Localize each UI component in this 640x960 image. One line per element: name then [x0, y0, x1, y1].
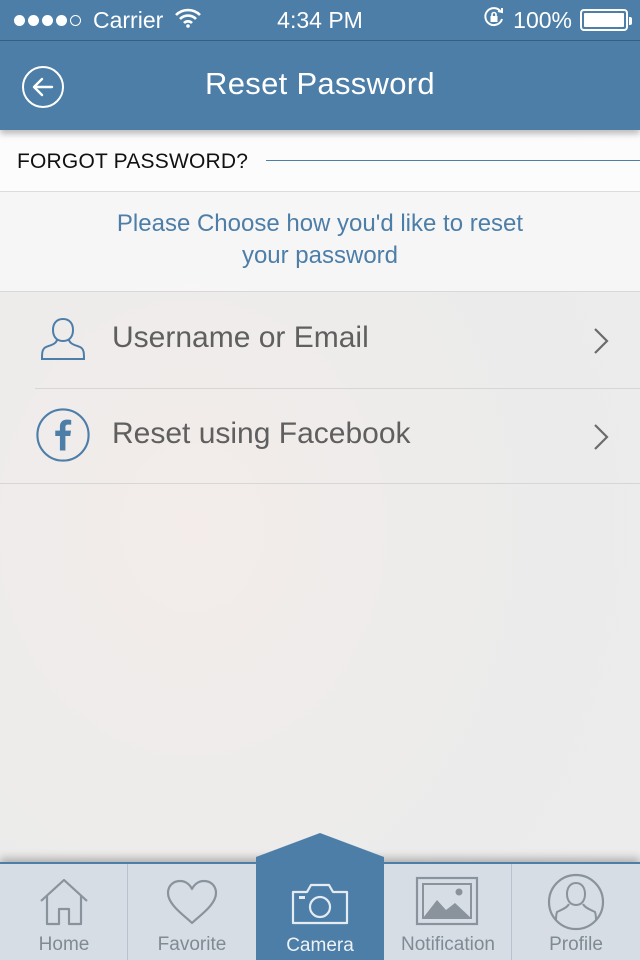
tab-profile[interactable]: Profile	[512, 864, 640, 960]
section-header: FORGOT PASSWORD?	[0, 130, 640, 192]
section-title: FORGOT PASSWORD?	[17, 150, 249, 173]
navigation-bar: Reset Password	[0, 41, 640, 130]
username-or-email-label: Username or Email	[112, 321, 369, 354]
tab-label-home: Home	[38, 934, 90, 955]
user-icon	[35, 311, 91, 367]
tab-label-camera: Camera	[286, 935, 354, 956]
home-icon	[38, 874, 90, 930]
chevron-right-icon	[592, 422, 610, 457]
chevron-right-icon	[592, 326, 610, 361]
tab-label-notification: Notification	[401, 934, 495, 955]
top-bar: Carrier 4:34 PM 100% Reset Password	[0, 0, 640, 130]
facebook-icon	[35, 407, 91, 463]
tab-favorite[interactable]: Favorite	[128, 864, 256, 960]
profile-icon	[547, 873, 605, 931]
page-title: Reset Password	[205, 66, 435, 101]
reset-using-facebook-label: Reset using Facebook	[112, 417, 411, 450]
tab-home[interactable]: Home	[0, 864, 128, 960]
intro-text: Please Choose how you'd like to reset yo…	[116, 210, 524, 269]
tab-label-profile: Profile	[549, 934, 603, 955]
tab-label-favorite: Favorite	[157, 934, 227, 955]
image-icon	[415, 874, 481, 930]
section-divider-line	[266, 160, 640, 161]
tab-camera[interactable]: Camera	[256, 833, 384, 960]
reset-using-facebook-option[interactable]: Reset using Facebook	[0, 389, 640, 484]
intro-panel: Please Choose how you'd like to reset yo…	[0, 192, 640, 292]
tab-notification[interactable]: Notification	[384, 864, 512, 960]
heart-icon	[165, 874, 219, 930]
username-or-email-option[interactable]: Username or Email	[0, 293, 640, 389]
battery-icon	[580, 9, 632, 31]
battery-percentage: 100%	[513, 6, 572, 33]
camera-icon	[256, 878, 384, 928]
status-bar: Carrier 4:34 PM 100%	[0, 0, 640, 40]
orientation-lock-icon	[483, 6, 505, 34]
